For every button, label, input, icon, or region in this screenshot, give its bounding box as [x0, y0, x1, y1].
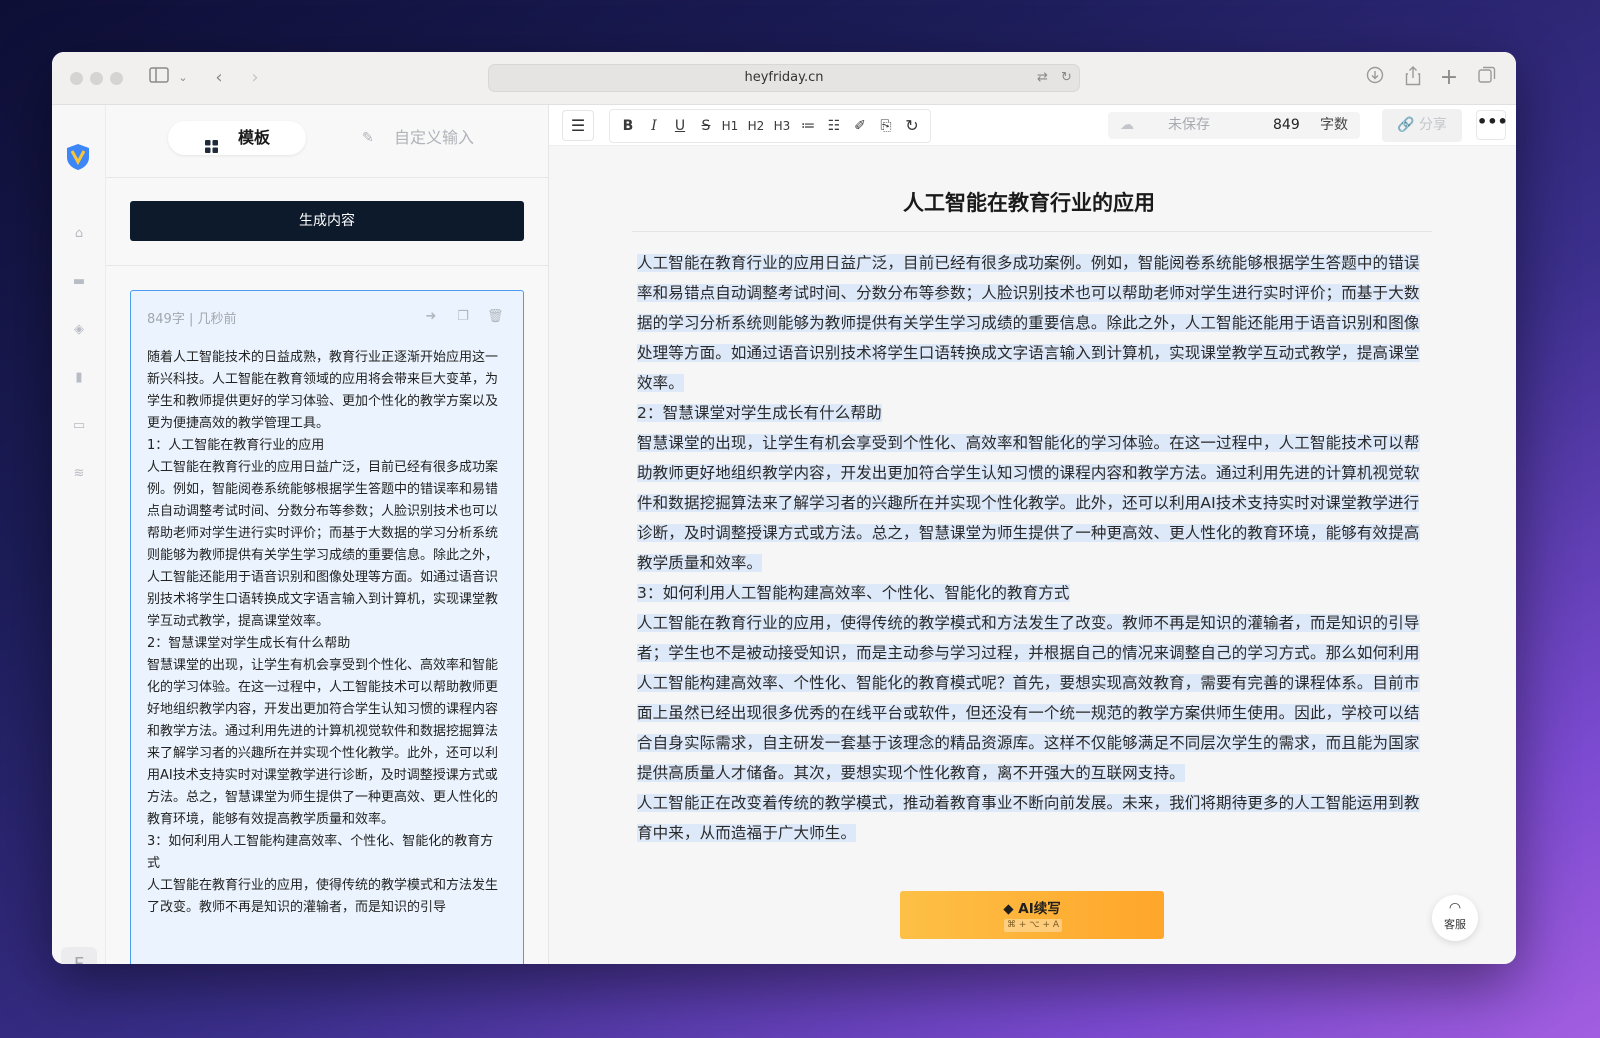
ordered-list-icon[interactable]: ≔ [799, 117, 817, 135]
app-sidebar: ⌂ ▬ ◈ ▮ ▭ ≋ F [52, 105, 106, 964]
share-button-label: 分享 [1418, 117, 1447, 133]
chat-icon[interactable]: ▬ [71, 275, 87, 289]
translate-icon[interactable]: ⇄ [1037, 65, 1048, 91]
pen-icon: ✎ [362, 130, 374, 146]
result-card[interactable]: 849字 | 几秒前 ➜ ❐ 🗑 随着人工智能技术的日益成熟，教育行业正逐渐开始… [130, 290, 524, 964]
document-title[interactable]: 人工智能在教育行业的应用 [629, 187, 1429, 217]
document-body[interactable]: 人工智能在教育行业的应用日益广泛，目前已经有很多成功案例。例如，智能阅卷系统能够… [637, 248, 1421, 848]
trash-icon[interactable]: 🗑 [487, 309, 504, 325]
card-icon[interactable]: ▭ [71, 419, 87, 433]
document-paragraph: 人工智能在教育行业的应用，使得传统的教学模式和方法发生了改变。教师不再是知识的灌… [637, 614, 1420, 782]
app-logo[interactable] [65, 143, 91, 171]
sidebar-icon[interactable] [148, 66, 170, 90]
panel-tabs: 模板 ✎ 自定义输入 [106, 105, 548, 178]
customer-service-button[interactable]: ◠ 客服 [1432, 895, 1478, 941]
tabs-icon[interactable] [1476, 66, 1498, 90]
insert-icon[interactable]: ➜ [423, 309, 439, 325]
close-window-button[interactable] [70, 72, 83, 85]
back-icon[interactable]: ‹ [210, 66, 228, 90]
generate-button[interactable]: 生成内容 [130, 201, 524, 241]
ai-continue-shortcut: ⌘ + ⌥ + A [1004, 919, 1062, 932]
card-meta: 849字 | 几秒前 [147, 312, 237, 327]
word-count: 849 [1273, 117, 1300, 133]
tab-templates-label: 模板 [238, 128, 271, 147]
tab-custom-input-label: 自定义输入 [394, 128, 475, 147]
share-icon[interactable] [1402, 66, 1424, 90]
heading1-button[interactable]: H1 [721, 117, 739, 135]
clear-format-icon[interactable]: ⎘ [877, 117, 895, 135]
reload-icon[interactable]: ↻ [1061, 65, 1072, 91]
strikethrough-button[interactable]: S [697, 117, 715, 135]
customer-service-label: 客服 [1444, 918, 1466, 931]
document-paragraph: 人工智能正在改变着传统的教学模式，推动着教育事业不断向前发展。未来，我们将期待更… [637, 794, 1420, 842]
zoom-window-button[interactable] [110, 72, 123, 85]
browser-window: ⌄ ‹ › heyfriday.cn ⇄ ↻ + ⌂ ▬ ◈ ▮ ▭ ≋ F [52, 52, 1516, 964]
share-button[interactable]: 🔗 分享 [1382, 109, 1462, 142]
document-paragraph: 3：如何利用人工智能构建高效率、个性化、智能化的教育方式 [637, 584, 1070, 602]
headset-icon: ◠ [1448, 900, 1462, 916]
minimize-window-button[interactable] [90, 72, 103, 85]
tag-icon[interactable]: ◈ [71, 323, 87, 337]
editor-area: ☰ B I U S H1 H2 H3 ≔ ☷ ✐ ⎘ ↻ ☁ 未保存 849 字… [549, 105, 1516, 964]
generation-panel: 模板 ✎ 自定义输入 生成内容 849字 | 几秒前 ➜ ❐ 🗑 随着人工智能技… [106, 105, 549, 964]
download-icon[interactable] [1364, 66, 1386, 90]
link-icon: 🔗 [1397, 117, 1415, 133]
heading2-button[interactable]: H2 [747, 117, 765, 135]
editor-toolbar: ☰ B I U S H1 H2 H3 ≔ ☷ ✐ ⎘ ↻ ☁ 未保存 849 字… [549, 105, 1516, 146]
outline-toggle-icon[interactable]: ☰ [562, 110, 594, 141]
ai-continue-button[interactable]: ◆ AI续写 ⌘ + ⌥ + A [900, 891, 1164, 939]
user-avatar[interactable]: F [61, 947, 97, 964]
more-icon[interactable]: ••• [1476, 110, 1508, 140]
save-status-text: 未保存 [1168, 117, 1210, 133]
heading3-button[interactable]: H3 [773, 117, 791, 135]
title-divider [632, 231, 1432, 232]
home-icon[interactable]: ⌂ [71, 227, 87, 241]
card-content: 随着人工智能技术的日益成熟，教育行业正逐渐开始应用这一新兴科技。人工智能在教育领… [147, 350, 499, 915]
save-status: ☁ 未保存 849 字数 [1108, 112, 1360, 139]
underline-button[interactable]: U [671, 117, 689, 135]
browser-toolbar: ⌄ ‹ › heyfriday.cn ⇄ ↻ + [52, 52, 1516, 105]
url-text: heyfriday.cn [744, 70, 824, 85]
new-tab-icon[interactable]: + [1438, 66, 1460, 90]
format-toolbar: B I U S H1 H2 H3 ≔ ☷ ✐ ⎘ ↻ [609, 109, 931, 143]
ai-continue-label: ◆ AI续写 [1003, 901, 1061, 917]
italic-button[interactable]: I [645, 117, 663, 135]
bullet-list-icon[interactable]: ☷ [825, 117, 843, 135]
document-icon[interactable]: ▮ [71, 371, 87, 385]
highlight-icon[interactable]: ✐ [851, 117, 869, 135]
database-icon[interactable]: ≋ [71, 467, 87, 481]
redo-icon[interactable]: ↻ [903, 117, 921, 135]
bold-button[interactable]: B [619, 117, 637, 135]
diamond-icon: ◆ [1003, 901, 1014, 917]
address-bar[interactable]: heyfriday.cn ⇄ ↻ [488, 64, 1080, 92]
tab-custom-input[interactable]: ✎ 自定义输入 [358, 121, 498, 155]
panel-divider [106, 265, 548, 266]
tab-templates[interactable]: 模板 [168, 121, 306, 155]
cloud-off-icon: ☁ [1120, 117, 1134, 133]
document-paragraph: 2：智慧课堂对学生成长有什么帮助 [637, 404, 882, 422]
forward-icon[interactable]: › [246, 66, 264, 90]
copy-icon[interactable]: ❐ [455, 309, 471, 325]
grid-icon [205, 131, 218, 153]
word-count-unit: 字数 [1320, 117, 1348, 133]
document-paragraph: 人工智能在教育行业的应用日益广泛，目前已经有很多成功案例。例如，智能阅卷系统能够… [637, 254, 1420, 392]
chevron-down-icon[interactable]: ⌄ [176, 66, 190, 90]
document-paragraph: 智慧课堂的出现，让学生有机会享受到个性化、高效率和智能化的学习体验。在这一过程中… [637, 434, 1420, 572]
